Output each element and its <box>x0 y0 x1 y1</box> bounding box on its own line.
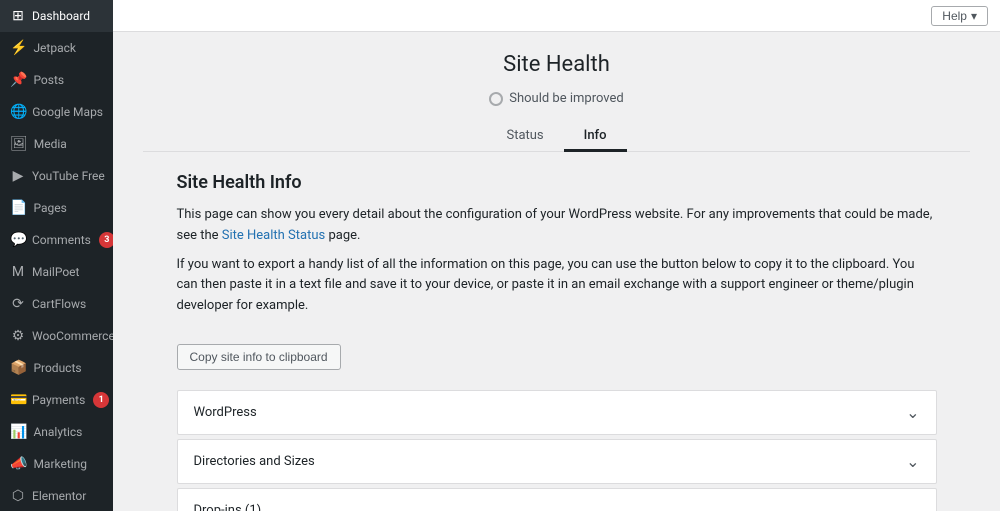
sidebar-label-pages: Pages <box>33 201 66 215</box>
accordion-label-directories-sizes: Directories and Sizes <box>194 454 315 469</box>
cartflows-icon: ⟳ <box>10 296 26 312</box>
media-icon: 🖼 <box>10 136 28 152</box>
sidebar-item-posts[interactable]: 📌 Posts <box>0 64 113 96</box>
sidebar-item-elementor[interactable]: ⬡ Elementor <box>0 480 113 511</box>
chevron-down-icon: ▾ <box>971 9 977 23</box>
chevron-icon-wordpress: ⌄ <box>906 403 919 422</box>
info-para2: If you want to export a handy list of al… <box>177 255 937 317</box>
accordion-label-wordpress: WordPress <box>194 405 257 420</box>
sidebar-label-payments: Payments <box>32 393 85 407</box>
jetpack-icon: ⚡ <box>10 40 27 56</box>
tabs: StatusInfo <box>143 122 970 152</box>
mailpoet-icon: M <box>10 264 26 280</box>
accordion-container: WordPress⌄Directories and Sizes⌄Drop-ins… <box>177 390 937 511</box>
sidebar-label-marketing: Marketing <box>33 457 87 471</box>
dashboard-icon: ⊞ <box>10 8 26 24</box>
comments-icon: 💬 <box>10 232 26 248</box>
help-label: Help <box>942 9 967 23</box>
accordion-label-drop-ins: Drop-ins (1) <box>194 503 262 511</box>
analytics-icon: 📊 <box>10 424 27 440</box>
sidebar-label-comments: Comments <box>32 233 91 247</box>
sidebar-item-payments[interactable]: 💳 Payments 1 <box>0 384 113 416</box>
chevron-icon-drop-ins: ⌄ <box>906 501 919 511</box>
sidebar-item-products[interactable]: 📦 Products <box>0 352 113 384</box>
products-icon: 📦 <box>10 360 27 376</box>
page-title: Site Health <box>143 52 970 77</box>
sidebar-label-posts: Posts <box>33 73 64 87</box>
accordion-header-drop-ins[interactable]: Drop-ins (1) ⌄ <box>178 489 936 511</box>
content-area: Site Health Should be improved StatusInf… <box>113 32 1000 511</box>
tab-status[interactable]: Status <box>486 122 563 152</box>
sidebar-label-youtube-free: YouTube Free <box>32 169 105 183</box>
accordion-item-wordpress: WordPress ⌄ <box>177 390 937 435</box>
copy-site-info-button[interactable]: Copy site info to clipboard <box>177 344 341 370</box>
badge-comments: 3 <box>99 232 113 248</box>
sidebar-label-products: Products <box>33 361 81 375</box>
sidebar-item-cartflows[interactable]: ⟳ CartFlows <box>0 288 113 320</box>
youtube-free-icon: ▶ <box>10 168 26 184</box>
sidebar-item-woocommerce[interactable]: ⚙ WooCommerce <box>0 320 113 352</box>
sidebar-label-mailpoet: MailPoet <box>32 265 79 279</box>
accordion-header-wordpress[interactable]: WordPress ⌄ <box>178 391 936 434</box>
sidebar-item-mailpoet[interactable]: M MailPoet <box>0 256 113 288</box>
accordion-item-directories-sizes: Directories and Sizes ⌄ <box>177 439 937 484</box>
sidebar-item-youtube-free[interactable]: ▶ YouTube Free <box>0 160 113 192</box>
sidebar-label-elementor: Elementor <box>32 489 86 503</box>
sidebar-label-cartflows: CartFlows <box>32 297 86 311</box>
google-maps-icon: 🌐 <box>10 104 26 120</box>
payments-icon: 💳 <box>10 392 26 408</box>
pages-icon: 📄 <box>10 200 27 216</box>
sidebar-label-woocommerce: WooCommerce <box>32 329 113 343</box>
marketing-icon: 📣 <box>10 456 27 472</box>
accordion-header-directories-sizes[interactable]: Directories and Sizes ⌄ <box>178 440 936 483</box>
sidebar-label-analytics: Analytics <box>33 425 82 439</box>
sidebar: ⊞ Dashboard ⚡ Jetpack 📌 Posts 🌐 Google Maps 🖼 Med… <box>0 0 113 511</box>
sidebar-item-comments[interactable]: 💬 Comments 3 <box>0 224 113 256</box>
sidebar-item-analytics[interactable]: 📊 Analytics <box>0 416 113 448</box>
help-button[interactable]: Help ▾ <box>931 6 988 26</box>
sidebar-item-google-maps[interactable]: 🌐 Google Maps <box>0 96 113 128</box>
sidebar-item-dashboard[interactable]: ⊞ Dashboard <box>0 0 113 32</box>
site-health-status-link[interactable]: Site Health Status <box>222 228 325 243</box>
sidebar-label-media: Media <box>34 137 67 151</box>
posts-icon: 📌 <box>10 72 27 88</box>
status-indicator: Should be improved <box>143 91 970 106</box>
sidebar-item-marketing[interactable]: 📣 Marketing <box>0 448 113 480</box>
sidebar-item-media[interactable]: 🖼 Media <box>0 128 113 160</box>
main-area: Help ▾ Site Health Should be improved St… <box>113 0 1000 511</box>
badge-payments: 1 <box>93 392 109 408</box>
elementor-icon: ⬡ <box>10 488 26 504</box>
sidebar-label-google-maps: Google Maps <box>32 105 103 119</box>
status-circle <box>489 92 503 106</box>
info-section: Site Health Info This page can show you … <box>177 172 937 511</box>
woocommerce-icon: ⚙ <box>10 328 26 344</box>
accordion-item-drop-ins: Drop-ins (1) ⌄ <box>177 488 937 511</box>
sidebar-label-jetpack: Jetpack <box>33 41 76 55</box>
chevron-icon-directories-sizes: ⌄ <box>906 452 919 471</box>
sidebar-label-dashboard: Dashboard <box>32 9 90 23</box>
topbar: Help ▾ <box>113 0 1000 32</box>
sidebar-item-pages[interactable]: 📄 Pages <box>0 192 113 224</box>
status-text: Should be improved <box>509 91 624 106</box>
tab-info[interactable]: Info <box>564 122 627 152</box>
info-heading: Site Health Info <box>177 172 937 193</box>
sidebar-item-jetpack[interactable]: ⚡ Jetpack <box>0 32 113 64</box>
info-para1: This page can show you every detail abou… <box>177 205 937 247</box>
